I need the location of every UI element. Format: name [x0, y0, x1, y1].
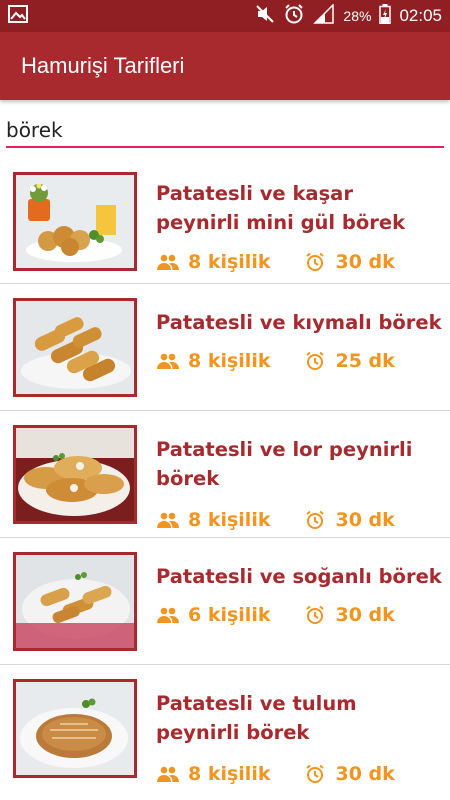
recipe-image — [13, 172, 137, 271]
recipe-meta: 6 kişilik 30 dk — [157, 604, 395, 626]
alarm-icon — [283, 3, 305, 29]
recipe-row[interactable]: Patatesli ve lor peynirli börek 8 kişili… — [0, 412, 450, 538]
recipe-image — [13, 679, 137, 778]
alarm-clock-icon — [304, 604, 326, 626]
recipe-row[interactable]: Patatesli ve tulum peynirli börek 8 kişi… — [0, 666, 450, 792]
app-bar: Hamurişi Tarifleri — [0, 32, 450, 100]
recipe-meta: 8 kişilik 30 dk — [157, 509, 395, 531]
image-icon — [8, 5, 28, 27]
alarm-clock-icon — [304, 763, 326, 785]
recipe-title: Patatesli ve soğanlı börek — [156, 565, 442, 588]
recipe-meta: 8 kişilik 30 dk — [157, 763, 395, 785]
prep-time: 30 dk — [335, 763, 395, 785]
people-icon — [157, 350, 179, 372]
recipe-title: Patatesli ve kıymalı börek — [156, 311, 442, 334]
status-bar: 28% 02:05 — [0, 0, 450, 32]
mute-icon — [255, 4, 275, 28]
recipe-title: Patatesli ve kaşar peynirli mini gül bör… — [156, 182, 406, 234]
battery-icon — [379, 4, 392, 28]
people-icon — [157, 251, 179, 273]
recipe-title: Patatesli ve lor peynirli börek — [156, 438, 413, 490]
signal-icon — [313, 3, 335, 28]
prep-time: 30 dk — [335, 509, 395, 531]
servings: 8 kişilik — [188, 251, 271, 273]
status-time: 02:05 — [399, 6, 442, 25]
recipe-image — [13, 425, 137, 524]
servings: 8 kişilik — [188, 763, 271, 785]
search-input[interactable] — [6, 114, 444, 148]
recipe-image — [13, 298, 137, 397]
app-title: Hamurişi Tarifleri — [21, 53, 185, 78]
servings: 8 kişilik — [188, 350, 271, 372]
recipe-row[interactable]: Patatesli ve soğanlı börek 6 kişilik 30 … — [0, 539, 450, 665]
alarm-clock-icon — [304, 350, 326, 372]
alarm-clock-icon — [304, 251, 326, 273]
people-icon — [157, 509, 179, 531]
prep-time: 25 dk — [335, 350, 395, 372]
recipe-meta: 8 kişilik 25 dk — [157, 350, 395, 372]
people-icon — [157, 604, 179, 626]
recipe-title: Patatesli ve tulum peynirli börek — [156, 692, 357, 744]
people-icon — [157, 763, 179, 785]
recipe-meta: 8 kişilik 30 dk — [157, 251, 395, 273]
recipe-row[interactable]: Patatesli ve kaşar peynirli mini gül bör… — [0, 158, 450, 284]
search-bar — [0, 100, 450, 156]
alarm-clock-icon — [304, 509, 326, 531]
recipe-row[interactable]: Patatesli ve kıymalı börek 8 kişilik 25 … — [0, 285, 450, 411]
servings: 6 kişilik — [188, 604, 271, 626]
recipe-image — [13, 552, 137, 651]
prep-time: 30 dk — [335, 604, 395, 626]
prep-time: 30 dk — [335, 251, 395, 273]
battery-percent: 28% — [343, 8, 372, 24]
servings: 8 kişilik — [188, 509, 271, 531]
